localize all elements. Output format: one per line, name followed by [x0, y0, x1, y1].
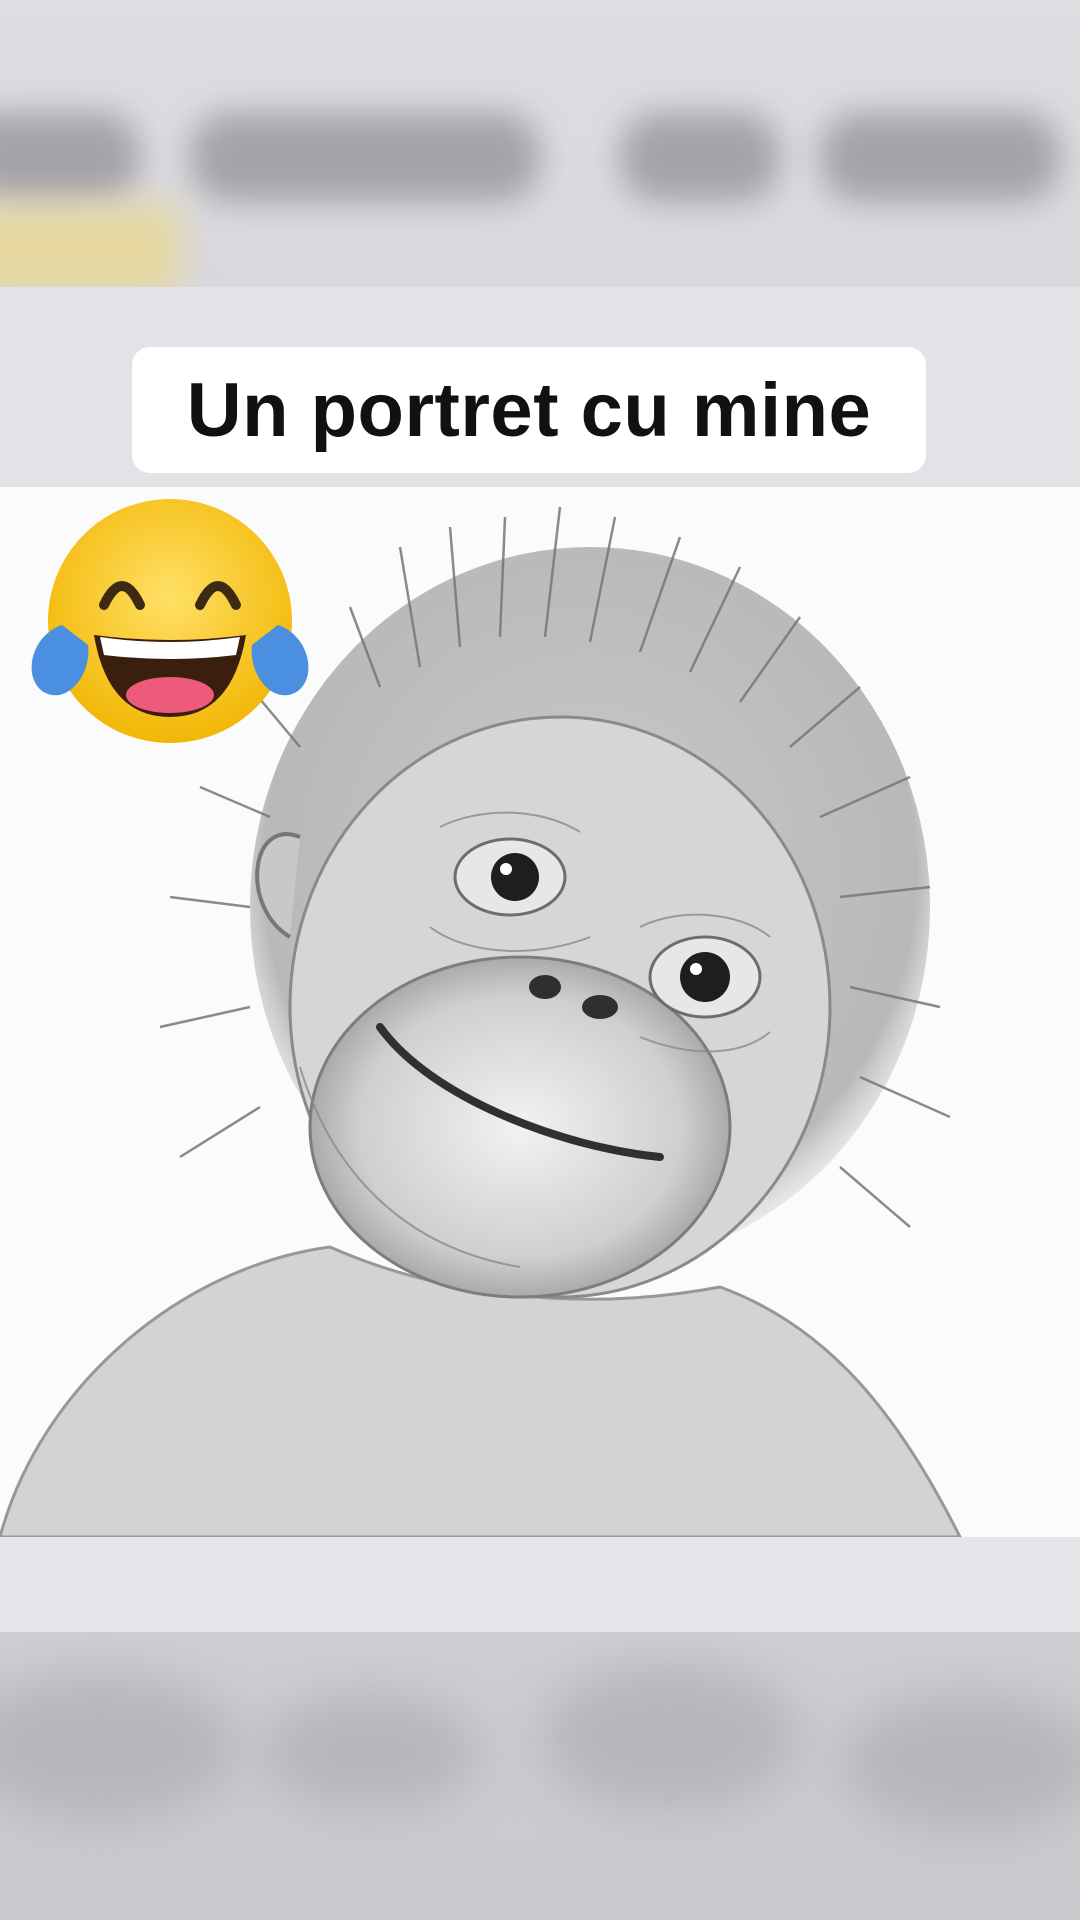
blurred-background-bottom — [0, 1632, 1080, 1920]
meme-card: Un portret cu mine — [0, 287, 1080, 1632]
face-with-tears-of-joy-icon — [31, 499, 309, 743]
blurred-background-top — [0, 0, 1080, 287]
caption-band: Un portret cu mine — [0, 287, 1080, 487]
caption-box: Un portret cu mine — [132, 347, 926, 473]
meme-footer — [0, 1537, 1080, 1632]
meme-caption: Un portret cu mine — [186, 367, 872, 453]
screenshot-page: Un portret cu mine — [0, 0, 1080, 1920]
